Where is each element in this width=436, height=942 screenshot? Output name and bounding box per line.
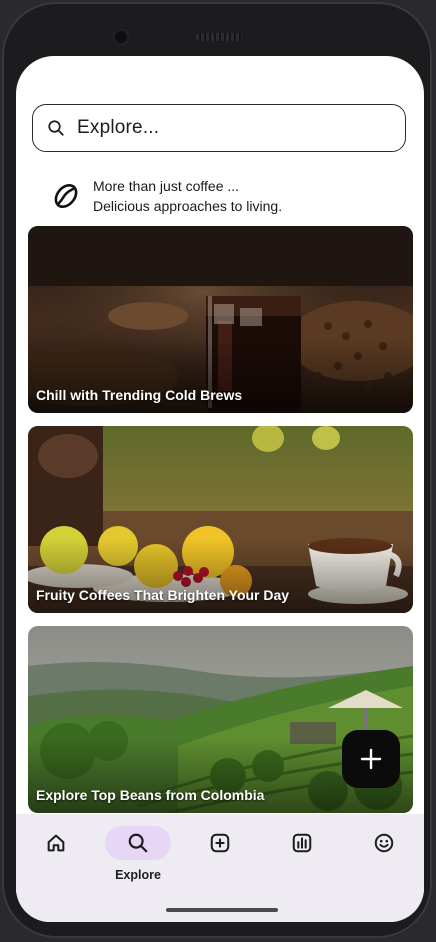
nav-profile[interactable] bbox=[344, 826, 424, 860]
search-icon bbox=[48, 120, 64, 136]
app-screen: Explore... More than just coffee ... Del… bbox=[16, 56, 424, 922]
cold-brew-image bbox=[28, 226, 413, 413]
nav-explore-pill bbox=[105, 826, 171, 860]
nav-add-pill bbox=[187, 826, 253, 860]
speaker-grille bbox=[196, 33, 242, 41]
card-fruity-coffees[interactable]: Fruity Coffees That Brighten Your Day bbox=[28, 426, 413, 613]
coffee-bean-icon bbox=[54, 184, 78, 208]
add-fab-button[interactable] bbox=[342, 730, 400, 788]
tagline-line-2: Delicious approaches to living. bbox=[93, 198, 283, 214]
home-icon bbox=[47, 834, 65, 852]
fruity-coffee-image bbox=[28, 426, 413, 613]
search-icon bbox=[128, 833, 148, 853]
plus-icon bbox=[360, 748, 382, 770]
chart-icon bbox=[292, 833, 312, 853]
nav-stats[interactable] bbox=[262, 826, 342, 860]
nav-profile-pill bbox=[351, 826, 417, 860]
nav-explore[interactable]: Explore bbox=[98, 826, 178, 882]
home-indicator[interactable] bbox=[166, 908, 278, 912]
phone-frame: Explore... More than just coffee ... Del… bbox=[2, 2, 432, 938]
smiley-icon bbox=[374, 833, 394, 853]
card-cold-brews[interactable]: Chill with Trending Cold Brews bbox=[28, 226, 413, 413]
nav-explore-label: Explore bbox=[115, 868, 161, 882]
card-label: Chill with Trending Cold Brews bbox=[36, 387, 243, 403]
tagline-line-1: More than just coffee ... bbox=[93, 178, 240, 194]
nav-stats-pill bbox=[269, 826, 335, 860]
nav-add[interactable] bbox=[180, 826, 260, 860]
card-label: Explore Top Beans from Colombia bbox=[36, 787, 265, 803]
nav-home-pill bbox=[23, 826, 89, 860]
bottom-navigation: Explore bbox=[16, 814, 424, 922]
tagline: More than just coffee ... Delicious appr… bbox=[52, 174, 282, 218]
nav-home[interactable] bbox=[16, 826, 96, 860]
card-label: Fruity Coffees That Brighten Your Day bbox=[36, 587, 290, 603]
search-bar[interactable]: Explore... bbox=[32, 104, 406, 152]
camera-icon bbox=[112, 28, 130, 46]
add-box-icon bbox=[210, 833, 230, 853]
search-input[interactable]: Explore... bbox=[77, 117, 159, 139]
